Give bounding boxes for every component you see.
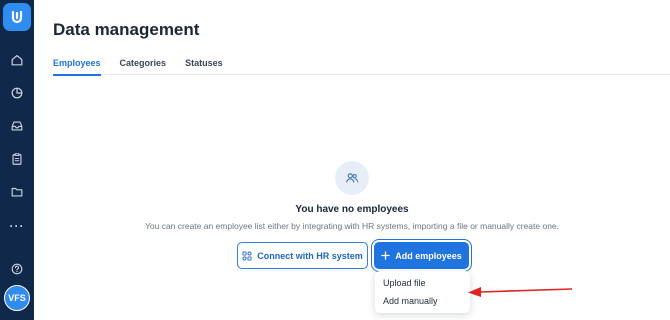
page-title: Data management [53,20,200,39]
main-content: Data management Employees Categories Sta… [34,0,670,320]
analytics-icon [11,87,23,99]
sidebar-item-analytics[interactable] [7,83,27,103]
avatar[interactable]: VFS [4,285,30,311]
inbox-icon [11,121,23,131]
users-icon [346,173,359,183]
connect-hr-system-button[interactable]: Connect with HR system [237,242,368,269]
tab-categories[interactable]: Categories [120,58,167,75]
empty-state-illustration [335,161,369,195]
sidebar-item-inbox[interactable] [7,116,27,136]
add-employees-label: Add employees [395,250,462,261]
help-icon [11,263,23,275]
sidebar-item-clipboard[interactable] [7,149,27,169]
folder-icon [11,187,23,197]
home-icon [11,55,23,66]
menu-item-upload-file[interactable]: Upload file [375,274,470,292]
sidebar: ··· VFS [0,0,34,320]
add-employees-menu: Upload file Add manually [375,271,470,313]
integration-icon [242,250,252,261]
annotation-arrow [468,287,573,297]
add-employees-button[interactable]: Add employees [374,242,469,269]
connect-hr-system-label: Connect with HR system [257,250,363,261]
app-logo[interactable] [3,3,31,31]
more-icon: ··· [9,219,25,233]
logo-icon [11,10,23,24]
clipboard-icon [12,153,22,165]
tab-employees[interactable]: Employees [53,58,101,76]
sidebar-item-home[interactable] [7,50,27,70]
sidebar-item-more[interactable]: ··· [7,216,27,236]
menu-item-add-manually[interactable]: Add manually [375,292,470,310]
sidebar-item-folder[interactable] [7,182,27,202]
plus-icon [381,251,390,260]
sidebar-item-help[interactable] [7,259,27,279]
empty-state-description: You can create an employee list either b… [144,221,560,231]
tab-bar: Employees Categories Statuses [53,58,670,76]
tab-statuses[interactable]: Statuses [185,58,223,75]
empty-state-title: You have no employees [295,204,409,215]
